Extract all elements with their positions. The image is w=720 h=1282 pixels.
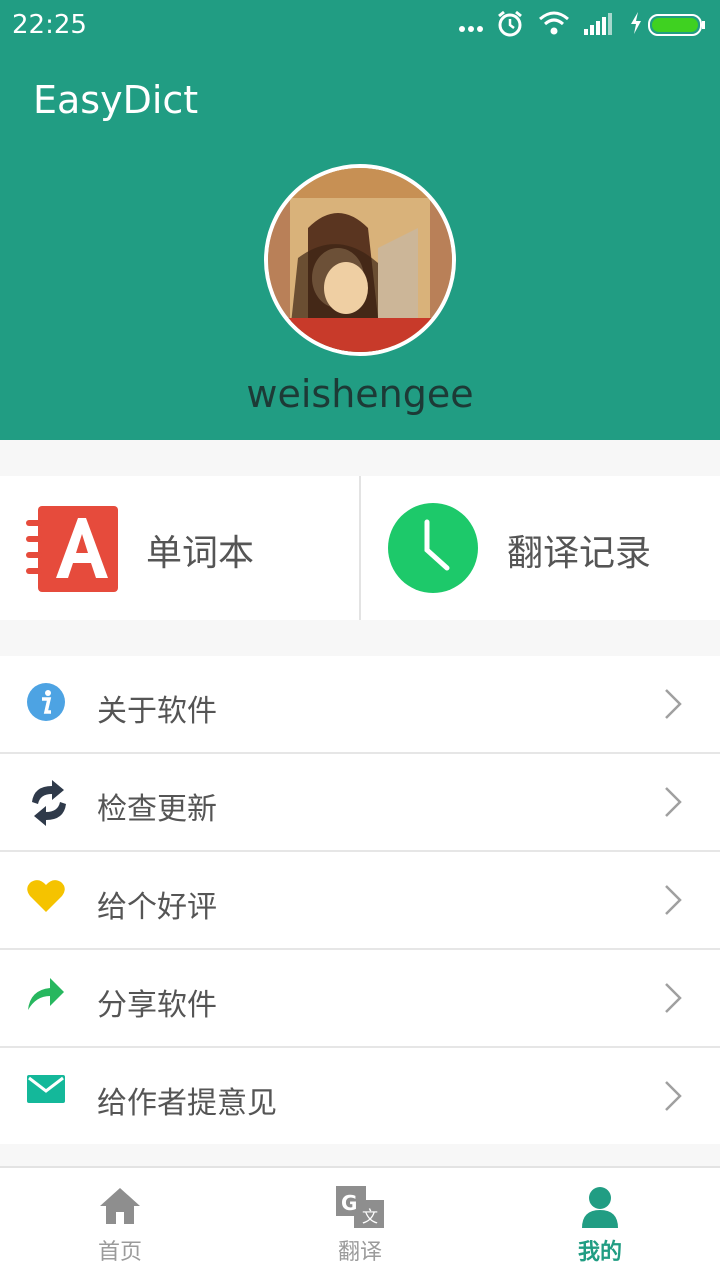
app-title: EasyDict xyxy=(33,78,199,122)
svg-text:文: 文 xyxy=(362,1207,378,1226)
clock-icon xyxy=(387,502,479,598)
chevron-right-icon xyxy=(664,1080,682,1116)
menu-item-check-update[interactable]: 检查更新 xyxy=(0,754,720,852)
profile-header: 22:25 EasyDict weishengee xyxy=(0,0,720,440)
status-time: 22:25 xyxy=(12,10,87,40)
menu-item-share[interactable]: 分享软件 xyxy=(0,950,720,1048)
home-icon xyxy=(98,1186,142,1230)
bottom-navigation: 首页 G文 翻译 我的 xyxy=(0,1166,720,1282)
charging-icon xyxy=(630,12,642,38)
menu-item-feedback[interactable]: 给作者提意见 xyxy=(0,1048,720,1144)
menu-item-label: 分享软件 xyxy=(97,988,217,1023)
mail-icon xyxy=(26,1074,70,1118)
menu-item-label: 检查更新 xyxy=(97,792,217,827)
chevron-right-icon xyxy=(664,688,682,724)
share-icon xyxy=(26,976,70,1020)
translate-icon: G文 xyxy=(336,1186,386,1234)
menu-item-label: 给作者提意见 xyxy=(97,1086,277,1121)
translation-history-button[interactable]: 翻译记录 xyxy=(361,476,720,620)
menu-item-about[interactable]: 关于软件 xyxy=(0,656,720,754)
tab-mine-label: 我的 xyxy=(577,1240,622,1265)
menu-item-label: 给个好评 xyxy=(97,890,217,925)
wifi-icon xyxy=(538,10,570,40)
avatar-image xyxy=(268,168,452,352)
quick-actions: 单词本 翻译记录 xyxy=(0,476,720,620)
info-icon xyxy=(26,682,70,726)
wordbook-label: 单词本 xyxy=(146,533,255,574)
wordbook-button[interactable]: 单词本 xyxy=(0,476,359,620)
chevron-right-icon xyxy=(664,786,682,822)
settings-menu: 关于软件 检查更新 给个好评 分享软件 给作者提意见 xyxy=(0,656,720,1144)
tab-home[interactable]: 首页 xyxy=(0,1168,240,1282)
chevron-right-icon xyxy=(664,884,682,920)
status-bar: 22:25 xyxy=(0,0,720,52)
tab-translate[interactable]: G文 翻译 xyxy=(240,1168,480,1282)
menu-item-label: 关于软件 xyxy=(97,694,217,729)
menu-item-rate[interactable]: 给个好评 xyxy=(0,852,720,950)
tab-home-label: 首页 xyxy=(97,1240,142,1265)
chevron-right-icon xyxy=(664,982,682,1018)
avatar[interactable] xyxy=(264,164,456,356)
alarm-icon xyxy=(496,10,524,42)
tab-mine[interactable]: 我的 xyxy=(480,1168,720,1282)
svg-text:G: G xyxy=(341,1191,357,1215)
battery-icon xyxy=(648,14,706,40)
tab-translate-label: 翻译 xyxy=(337,1240,382,1265)
more-dots-icon xyxy=(458,18,484,37)
username: weishengee xyxy=(246,372,474,416)
refresh-icon xyxy=(26,780,70,826)
signal-icon xyxy=(584,12,614,40)
translation-history-label: 翻译记录 xyxy=(507,533,652,574)
status-icons xyxy=(458,10,708,42)
person-icon xyxy=(580,1186,620,1234)
wordbook-icon xyxy=(24,506,118,596)
heart-icon xyxy=(26,878,70,922)
